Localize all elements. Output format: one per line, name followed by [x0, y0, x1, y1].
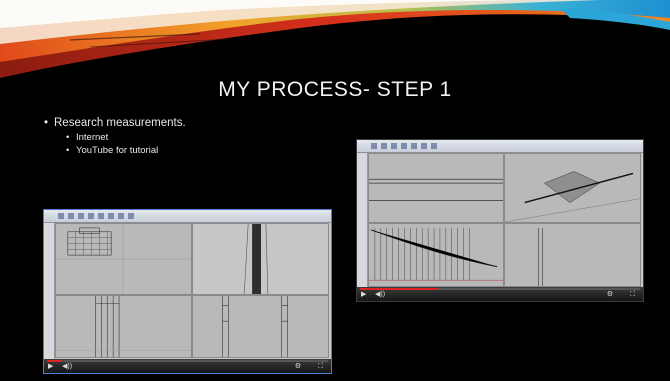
bullet-item: Research measurements. Internet YouTube … [44, 115, 186, 157]
viewport-front [368, 223, 504, 287]
video-controls: ▶ ◀)) ⚙ ⛶ [357, 287, 643, 301]
fullscreen-icon[interactable]: ⛶ [630, 291, 635, 299]
viewport-right [504, 223, 641, 287]
video-progress-fill [360, 288, 439, 290]
settings-icon[interactable]: ⚙ [607, 291, 613, 299]
bullet-text: Research measurements. [54, 117, 186, 129]
tool-palette [357, 153, 368, 287]
tool-palette [44, 223, 55, 359]
viewport-top [55, 223, 192, 295]
sub-bullet-item: Internet [66, 131, 186, 144]
viewport-perspective [504, 153, 641, 223]
sub-bullet-text: YouTube for tutorial [76, 145, 159, 156]
viewport-front [55, 295, 192, 358]
bullet-list: Research measurements. Internet YouTube … [44, 115, 186, 157]
viewport-right [192, 295, 329, 358]
slide-title: MY PROCESS- STEP 1 [218, 78, 452, 101]
play-icon[interactable]: ▶ [361, 291, 366, 299]
video-progress-bar[interactable] [47, 360, 328, 362]
settings-icon[interactable]: ⚙ [295, 363, 301, 371]
play-icon[interactable]: ▶ [48, 363, 53, 371]
viewport-top [368, 153, 504, 223]
video-screenshot-right[interactable]: ▶ ◀)) ⚙ ⛶ [356, 139, 644, 302]
app-toolbar [357, 140, 643, 153]
sub-bullet-item: YouTube for tutorial [66, 144, 186, 157]
video-progress-fill [47, 360, 62, 362]
presentation-slide: MY PROCESS- STEP 1 Research measurements… [0, 0, 670, 381]
video-screenshot-left[interactable]: ▶ ◀)) ⚙ ⛶ [43, 209, 332, 374]
video-progress-bar[interactable] [360, 288, 640, 290]
volume-icon[interactable]: ◀)) [62, 363, 72, 371]
sub-bullet-text: Internet [76, 132, 109, 143]
volume-icon[interactable]: ◀)) [375, 291, 385, 299]
viewport-perspective [192, 223, 329, 295]
video-controls: ▶ ◀)) ⚙ ⛶ [44, 359, 331, 373]
fullscreen-icon[interactable]: ⛶ [318, 363, 323, 371]
app-toolbar [44, 210, 331, 223]
